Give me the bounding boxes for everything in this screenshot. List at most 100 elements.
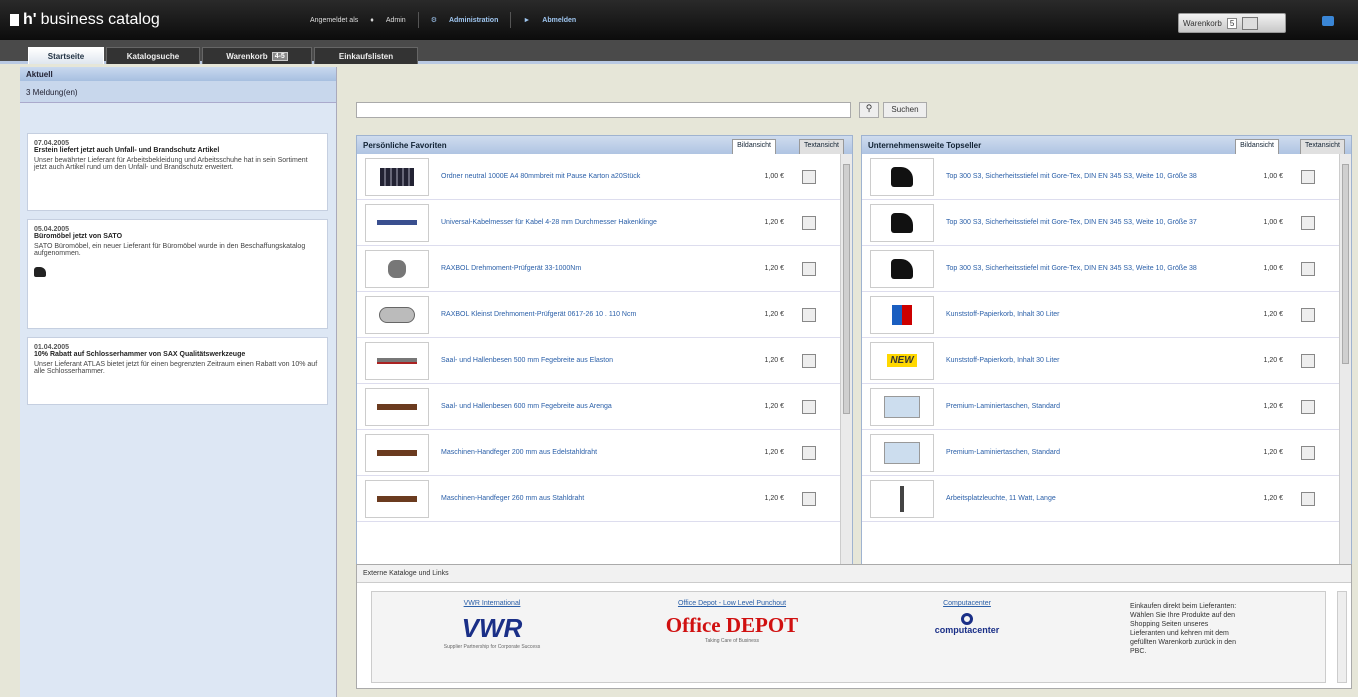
add-to-cart-icon[interactable] (802, 215, 816, 230)
product-thumbnail[interactable] (870, 479, 934, 518)
cart-label: Warenkorb (1183, 18, 1222, 28)
product-row[interactable]: Premium-Laminiertaschen, Standard 1,20 € (862, 430, 1339, 476)
cart-widget[interactable]: Warenkorb 5 (1178, 13, 1286, 33)
product-row[interactable]: Universal-Kabelmesser für Kabel 4-28 mm … (357, 200, 840, 246)
product-link[interactable]: Arbeitsplatzleuchte, 11 Watt, Lange (946, 494, 1239, 503)
office-depot-catalog[interactable]: Office Depot - Low Level Punchout Office… (652, 600, 812, 644)
add-to-cart-icon[interactable] (802, 399, 816, 414)
add-to-cart-icon[interactable] (802, 491, 816, 506)
tab-text-view[interactable]: Textansicht (1299, 139, 1345, 154)
help-icon[interactable] (1322, 16, 1334, 26)
product-link[interactable]: Kunststoff-Papierkorb, Inhalt 30 Liter (946, 310, 1239, 319)
external-catalogs: Externe Kataloge und Links VWR Internati… (356, 564, 1352, 689)
tab-image-view[interactable]: Bildansicht (732, 139, 776, 154)
administration-link[interactable]: Administration (449, 17, 498, 24)
search-button[interactable]: Suchen (883, 102, 927, 118)
product-link[interactable]: Premium-Laminiertaschen, Standard (946, 448, 1239, 457)
add-to-cart-icon[interactable] (802, 445, 816, 460)
product-row[interactable]: Top 300 S3, Sicherheitsstiefel mit Gore-… (862, 154, 1339, 200)
product-link[interactable]: Maschinen-Handfeger 260 mm aus Stahldrah… (441, 494, 740, 503)
office-depot-link[interactable]: Office Depot - Low Level Punchout (652, 600, 812, 607)
message-count: 3 Meldung(en) (20, 81, 336, 103)
product-thumbnail[interactable] (870, 249, 934, 288)
computacenter-catalog[interactable]: Computacenter computacenter (922, 600, 1012, 636)
product-row[interactable]: Maschinen-Handfeger 200 mm aus Edelstahl… (357, 430, 840, 476)
product-thumbnail[interactable] (365, 295, 429, 334)
product-thumbnail[interactable] (365, 341, 429, 380)
search-icon[interactable]: ⚲ (859, 102, 879, 118)
news-text: SATO Büromöbel, ein neuer Lieferant für … (34, 243, 306, 257)
product-row[interactable]: Top 300 S3, Sicherheitsstiefel mit Gore-… (862, 200, 1339, 246)
panel-header: Persönliche Favoriten Bildansicht Textan… (357, 136, 852, 154)
tab-katalogsuche[interactable]: Katalogsuche (106, 47, 200, 64)
add-to-cart-icon[interactable] (1301, 399, 1315, 414)
product-link[interactable]: Premium-Laminiertaschen, Standard (946, 402, 1239, 411)
product-thumbnail[interactable] (365, 479, 429, 518)
add-to-cart-icon[interactable] (1301, 445, 1315, 460)
product-row[interactable]: Top 300 S3, Sicherheitsstiefel mit Gore-… (862, 246, 1339, 292)
add-to-cart-icon[interactable] (802, 169, 816, 184)
product-row[interactable]: Saal- und Hallenbesen 600 mm Fegebreite … (357, 384, 840, 430)
product-thumbnail[interactable] (870, 203, 934, 242)
product-thumbnail[interactable] (870, 433, 934, 472)
scrollbar[interactable] (1337, 591, 1347, 683)
product-row[interactable]: Arbeitsplatzleuchte, 11 Watt, Lange 1,20 … (862, 476, 1339, 522)
product-link[interactable]: Universal-Kabelmesser für Kabel 4-28 mm … (441, 218, 740, 227)
tab-image-view[interactable]: Bildansicht (1235, 139, 1279, 154)
product-link[interactable]: RAXBOL Drehmoment-Prüfgerät 33-1000Nm (441, 264, 740, 273)
product-link[interactable]: Top 300 S3, Sicherheitsstiefel mit Gore-… (946, 218, 1239, 227)
product-thumbnail[interactable] (365, 157, 429, 196)
product-row[interactable]: Premium-Laminiertaschen, Standard 1,20 € (862, 384, 1339, 430)
product-thumbnail[interactable] (365, 387, 429, 426)
tab-einkaufslisten[interactable]: Einkaufslisten (314, 47, 418, 64)
product-row[interactable]: RAXBOL Drehmoment-Prüfgerät 33-1000Nm 1,2… (357, 246, 840, 292)
add-to-cart-icon[interactable] (1301, 307, 1315, 322)
product-link[interactable]: Maschinen-Handfeger 200 mm aus Edelstahl… (441, 448, 740, 457)
add-to-cart-icon[interactable] (1301, 261, 1315, 276)
product-row[interactable]: Maschinen-Handfeger 260 mm aus Stahldrah… (357, 476, 840, 522)
product-link[interactable]: Saal- und Hallenbesen 500 mm Fegebreite … (441, 356, 740, 365)
add-to-cart-icon[interactable] (1301, 491, 1315, 506)
add-to-cart-icon[interactable] (802, 261, 816, 276)
product-link[interactable]: RAXBOL Kleinst Drehmoment-Prüfgerät 0617… (441, 310, 740, 319)
product-row[interactable]: RAXBOL Kleinst Drehmoment-Prüfgerät 0617… (357, 292, 840, 338)
scroll-thumb[interactable] (1342, 164, 1349, 364)
product-row[interactable]: NEW Kunststoff-Papierkorb, Inhalt 30 Lite… (862, 338, 1339, 384)
product-thumbnail[interactable] (870, 295, 934, 334)
computacenter-link[interactable]: Computacenter (922, 600, 1012, 607)
scroll-thumb[interactable] (843, 164, 850, 414)
logout-link[interactable]: Abmelden (542, 17, 576, 24)
tab-startseite[interactable]: Startseite (28, 47, 104, 64)
product-thumbnail[interactable] (365, 203, 429, 242)
product-row[interactable]: Saal- und Hallenbesen 500 mm Fegebreite … (357, 338, 840, 384)
product-link[interactable]: Top 300 S3, Sicherheitsstiefel mit Gore-… (946, 172, 1239, 181)
product-link[interactable]: Saal- und Hallenbesen 600 mm Fegebreite … (441, 402, 740, 411)
add-to-cart-icon[interactable] (802, 307, 816, 322)
vwr-link[interactable]: VWR International (422, 600, 562, 607)
app-logo[interactable]: h' business catalog (10, 11, 310, 29)
product-thumbnail[interactable] (365, 433, 429, 472)
vwr-catalog[interactable]: VWR International VWR Supplier Partnersh… (422, 600, 562, 650)
logo-bold: h' (23, 11, 37, 28)
product-thumbnail[interactable] (870, 157, 934, 196)
add-to-cart-icon[interactable] (1301, 353, 1315, 368)
search-input[interactable] (356, 102, 851, 118)
scrollbar[interactable] (840, 154, 852, 614)
scrollbar[interactable] (1339, 154, 1351, 614)
office-depot-tagline: Taking Care of Business (705, 638, 759, 644)
tab-warenkorb[interactable]: Warenkorb 4-5 (202, 47, 312, 64)
product-row[interactable]: Kunststoff-Papierkorb, Inhalt 30 Liter 1,… (862, 292, 1339, 338)
product-price: 1,20 € (764, 357, 784, 364)
product-link[interactable]: Kunststoff-Papierkorb, Inhalt 30 Liter (946, 356, 1239, 365)
add-to-cart-icon[interactable] (802, 353, 816, 368)
product-thumbnail[interactable]: NEW (870, 341, 934, 380)
add-to-cart-icon[interactable] (1301, 169, 1315, 184)
product-thumbnail[interactable] (365, 249, 429, 288)
product-link[interactable]: Top 300 S3, Sicherheitsstiefel mit Gore-… (946, 264, 1239, 273)
boot-image (891, 258, 913, 279)
product-row[interactable]: Ordner neutral 1000E A4 80mmbreit mit Pa… (357, 154, 840, 200)
add-to-cart-icon[interactable] (1301, 215, 1315, 230)
product-link[interactable]: Ordner neutral 1000E A4 80mmbreit mit Pa… (441, 172, 740, 181)
tab-text-view[interactable]: Textansicht (798, 139, 844, 154)
product-thumbnail[interactable] (870, 387, 934, 426)
